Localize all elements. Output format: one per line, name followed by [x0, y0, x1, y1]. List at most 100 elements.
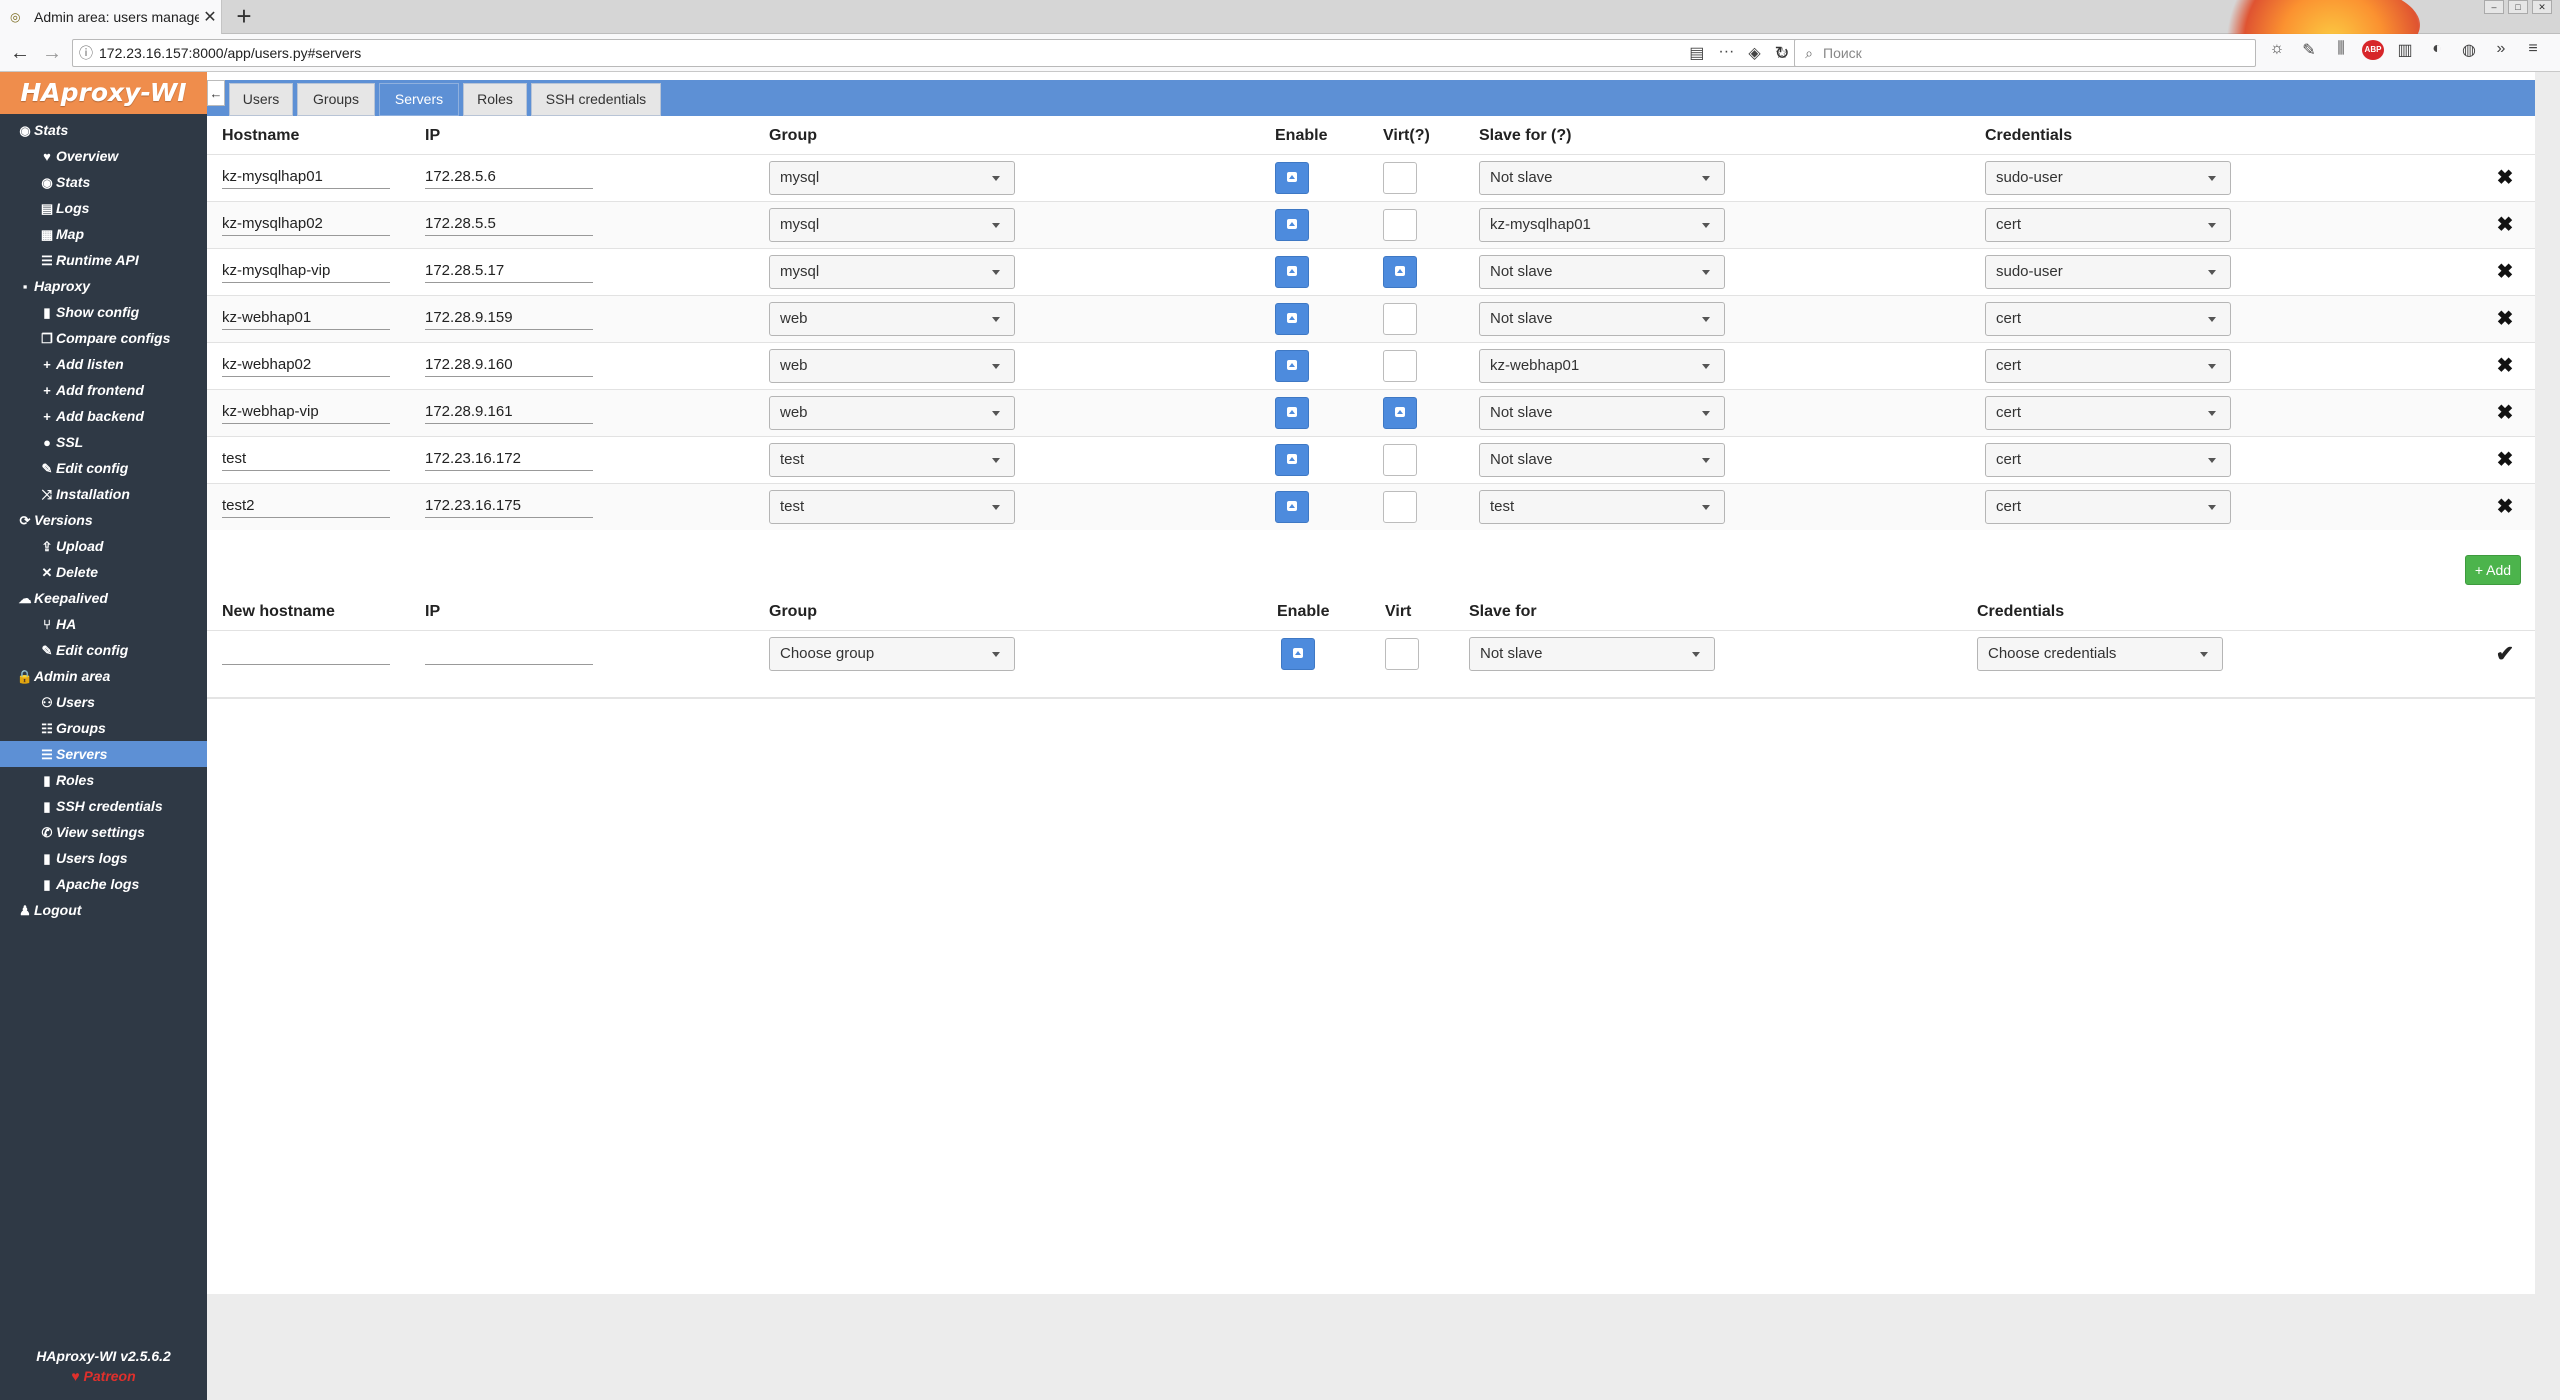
sidebar-item-edit-config[interactable]: ✎ Edit config — [0, 637, 207, 663]
credentials-select[interactable]: cert — [1985, 348, 2231, 383]
ip-input[interactable]: 172.23.16.175 — [425, 496, 593, 518]
sidebar-item-show-config[interactable]: ▮ Show config — [0, 299, 207, 325]
page-actions-icon[interactable]: ··· — [1718, 43, 1734, 63]
enable-checkbox[interactable] — [1275, 161, 1309, 194]
slave-select[interactable]: Not slave — [1479, 160, 1725, 195]
virt-checkbox[interactable] — [1383, 161, 1417, 194]
group-select[interactable]: mysql — [769, 160, 1015, 195]
delete-icon[interactable]: ✖ — [2475, 341, 2535, 389]
library-icon[interactable]: ⫼ — [2330, 40, 2352, 60]
slave-select[interactable]: kz-webhap01 — [1479, 348, 1725, 383]
forward-icon[interactable]: → — [38, 39, 66, 67]
sidebar-item-groups[interactable]: ☷ Groups — [0, 715, 207, 741]
close-tab-icon[interactable]: ✕ — [199, 7, 221, 27]
tab-roles[interactable]: Roles — [463, 83, 527, 116]
sidebar-item-stats[interactable]: ◉ Stats — [0, 117, 207, 143]
ip-input[interactable]: 172.28.9.160 — [425, 355, 593, 377]
slave-select[interactable]: test — [1479, 489, 1725, 524]
ip-input[interactable]: 172.28.5.17 — [425, 261, 593, 283]
sidebar-item-logout[interactable]: ♟ Logout — [0, 897, 207, 923]
sidebar-item-edit-config[interactable]: ✎ Edit config — [0, 455, 207, 481]
ip-input[interactable]: 172.28.5.6 — [425, 167, 593, 189]
sidebar-item-admin-area[interactable]: 🔒Admin area — [0, 663, 207, 689]
reload-icon[interactable]: ↻ — [1768, 39, 1796, 67]
sidebar-item-roles[interactable]: ▮ Roles — [0, 767, 207, 793]
sidebar-item-map[interactable]: ▦ Map — [0, 221, 207, 247]
minimize-icon[interactable]: – — [2484, 0, 2504, 14]
slave-select[interactable]: kz-mysqlhap01 — [1479, 207, 1725, 242]
sidebar-item-logs[interactable]: ▤ Logs — [0, 195, 207, 221]
url-text[interactable]: 172.23.16.157:8000/app/users.py#servers — [99, 45, 1689, 61]
menu-icon[interactable]: ≡ — [2522, 40, 2544, 60]
close-window-icon[interactable]: ✕ — [2532, 0, 2552, 14]
new-group-select[interactable]: Choose group — [769, 636, 1015, 671]
new-credentials-select[interactable]: Choose credentials — [1977, 636, 2223, 671]
delete-icon[interactable]: ✖ — [2475, 388, 2535, 436]
sidebar-item-haproxy[interactable]: ▪ Haproxy — [0, 273, 207, 299]
sidebar-item-compare-configs[interactable]: ❐ Compare configs — [0, 325, 207, 351]
pocket-icon[interactable]: ◈ — [1748, 43, 1760, 63]
new-tab-icon[interactable]: + — [230, 2, 258, 32]
virt-checkbox[interactable] — [1383, 396, 1417, 429]
group-select[interactable]: mysql — [769, 254, 1015, 289]
sidebar-item-view-settings[interactable]: ✆ View settings — [0, 819, 207, 845]
enable-checkbox[interactable] — [1275, 443, 1309, 476]
virt-checkbox[interactable] — [1383, 255, 1417, 288]
slave-select[interactable]: Not slave — [1479, 442, 1725, 477]
sidebar-item-upload[interactable]: ⇪ Upload — [0, 533, 207, 559]
new-enable-checkbox[interactable] — [1281, 637, 1315, 670]
sidebar-item-runtime-api[interactable]: ☰ Runtime API — [0, 247, 207, 273]
virt-checkbox[interactable] — [1383, 302, 1417, 335]
tab-ssh-credentials[interactable]: SSH credentials — [531, 83, 661, 116]
virt-checkbox[interactable] — [1383, 443, 1417, 476]
enable-checkbox[interactable] — [1275, 302, 1309, 335]
credentials-select[interactable]: cert — [1985, 395, 2231, 430]
address-bar[interactable]: ⓘ 172.23.16.157:8000/app/users.py#server… — [72, 39, 1800, 67]
enable-checkbox[interactable] — [1275, 255, 1309, 288]
sidebar-item-stats[interactable]: ◉ Stats — [0, 169, 207, 195]
delete-icon[interactable]: ✖ — [2475, 200, 2535, 248]
new-ip-input[interactable] — [425, 643, 593, 665]
sidebar-item-users-logs[interactable]: ▮ Users logs — [0, 845, 207, 871]
sidebar-item-apache-logs[interactable]: ▮ Apache logs — [0, 871, 207, 897]
hostname-input[interactable]: kz-webhap02 — [222, 355, 390, 377]
tab-users[interactable]: Users — [229, 83, 293, 116]
credentials-select[interactable]: cert — [1985, 489, 2231, 524]
ip-input[interactable]: 172.23.16.172 — [425, 449, 593, 471]
extension-icon[interactable]: ◐ — [2426, 40, 2448, 60]
enable-checkbox[interactable] — [1275, 349, 1309, 382]
delete-icon[interactable]: ✖ — [2475, 153, 2535, 201]
ip-input[interactable]: 172.28.9.161 — [425, 402, 593, 424]
tab-servers[interactable]: Servers — [379, 83, 459, 116]
search-bar[interactable]: ⌕ Поиск — [1794, 39, 2256, 67]
delete-icon[interactable]: ✖ — [2475, 247, 2535, 295]
hostname-input[interactable]: test — [222, 449, 390, 471]
group-select[interactable]: mysql — [769, 207, 1015, 242]
adblock-icon[interactable]: ABP — [2362, 40, 2384, 60]
new-hostname-input[interactable] — [222, 643, 390, 665]
ip-input[interactable]: 172.28.9.159 — [425, 308, 593, 330]
collapse-sidebar-icon[interactable]: ← — [207, 80, 225, 106]
enable-checkbox[interactable] — [1275, 396, 1309, 429]
hostname-input[interactable]: kz-webhap01 — [222, 308, 390, 330]
confirm-add-icon[interactable]: ✔ — [2475, 629, 2535, 677]
virt-checkbox[interactable] — [1383, 349, 1417, 382]
sidebar-item-installation[interactable]: ⤨ Installation — [0, 481, 207, 507]
back-icon[interactable]: ← — [6, 39, 34, 67]
credentials-select[interactable]: cert — [1985, 442, 2231, 477]
credentials-select[interactable]: cert — [1985, 301, 2231, 336]
credentials-select[interactable]: cert — [1985, 207, 2231, 242]
sidebar-item-add-listen[interactable]: + Add listen — [0, 351, 207, 377]
sidebar-item-users[interactable]: ⚇ Users — [0, 689, 207, 715]
hostname-input[interactable]: test2 — [222, 496, 390, 518]
brand-logo[interactable]: HAproxy-WI — [0, 72, 207, 114]
sidebar-item-ssl[interactable]: ● SSL — [0, 429, 207, 455]
patreon-link[interactable]: ♥ Patreon — [0, 1368, 207, 1384]
slave-select[interactable]: Not slave — [1479, 301, 1725, 336]
new-virt-checkbox[interactable] — [1385, 637, 1419, 670]
add-server-button[interactable]: + Add — [2465, 555, 2521, 585]
sidebar-item-add-backend[interactable]: + Add backend — [0, 403, 207, 429]
delete-icon[interactable]: ✖ — [2475, 482, 2535, 530]
sidebar-item-delete[interactable]: ✕ Delete — [0, 559, 207, 585]
sidebar-item-keepalived[interactable]: ☁ Keepalived — [0, 585, 207, 611]
